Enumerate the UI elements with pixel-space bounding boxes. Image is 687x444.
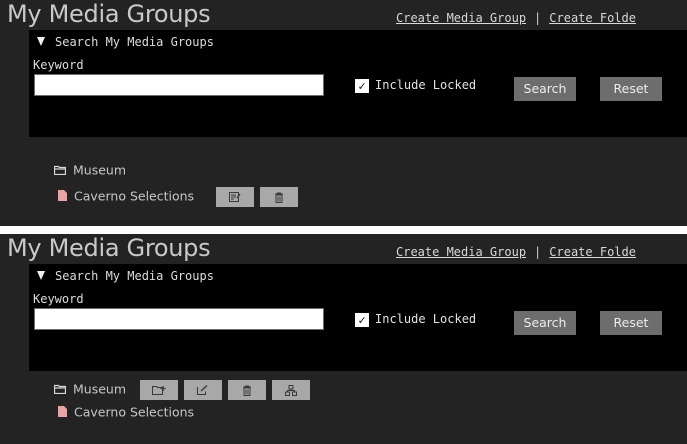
create-media-group-link[interactable]: Create Media Group (396, 245, 526, 259)
include-locked-checkbox[interactable]: ✓ (355, 312, 369, 327)
tree-item-caverno-selections[interactable]: Caverno Selections (58, 184, 299, 209)
media-groups-panel-2: My Media Groups Create Media Group | Creat… (0, 234, 687, 444)
trash-icon (243, 385, 251, 396)
keyword-input[interactable] (34, 308, 324, 330)
include-locked-control[interactable]: ✓ Include Locked (355, 312, 476, 327)
trash-icon (275, 192, 284, 203)
edit-button[interactable] (184, 379, 222, 400)
reset-button[interactable]: Reset (600, 77, 662, 101)
hierarchy-button[interactable] (272, 379, 310, 400)
document-icon (58, 185, 67, 209)
add-subfolder-button[interactable] (140, 379, 178, 400)
tree-item-label: Museum (73, 162, 127, 178)
link-separator: | (534, 11, 542, 25)
include-locked-label: Include Locked (375, 78, 477, 92)
search-box: Search My Media Groups Keyword ✓ Include … (29, 264, 687, 371)
create-folder-link[interactable]: Create Folde (549, 245, 636, 259)
search-header-label: Search My Media Groups (55, 35, 214, 49)
hierarchy-icon (285, 384, 297, 396)
search-toggle[interactable]: Search My Media Groups (37, 35, 214, 49)
edit-icon (229, 192, 241, 202)
tree-item-label: Caverno Selections (74, 404, 195, 420)
keyword-label: Keyword (33, 292, 84, 306)
keyword-input[interactable] (34, 74, 324, 96)
create-folder-link[interactable]: Create Folde (549, 11, 636, 25)
header-links: Create Media Group | Create Folde (396, 11, 636, 25)
folder-icon (53, 159, 67, 183)
header-links: Create Media Group | Create Folde (396, 245, 636, 259)
reset-button[interactable]: Reset (600, 311, 662, 335)
delete-button[interactable] (228, 379, 266, 400)
media-groups-panel-1: My Media Groups Create Media Group | Creat… (0, 0, 687, 226)
keyword-label: Keyword (33, 58, 84, 72)
search-button[interactable]: Search (514, 77, 576, 101)
tree-item-museum[interactable]: Museum (53, 377, 310, 402)
edit-icon (197, 384, 208, 395)
include-locked-checkbox[interactable]: ✓ (355, 78, 369, 93)
document-icon (58, 401, 67, 425)
collapse-triangle-icon (37, 37, 45, 46)
include-locked-label: Include Locked (375, 312, 477, 326)
add-subfolder-icon (152, 386, 166, 395)
collapse-triangle-icon (37, 271, 45, 280)
delete-button[interactable] (260, 186, 299, 207)
tree-item-museum[interactable]: Museum (53, 158, 127, 183)
page-title: My Media Groups (7, 234, 211, 262)
search-button[interactable]: Search (514, 311, 576, 335)
create-media-group-link[interactable]: Create Media Group (396, 11, 526, 25)
page-title: My Media Groups (7, 0, 211, 28)
search-toggle[interactable]: Search My Media Groups (37, 269, 214, 283)
edit-button[interactable] (216, 186, 255, 207)
link-separator: | (534, 245, 542, 259)
tree-item-label: Museum (73, 381, 127, 397)
tree-item-caverno-selections[interactable]: Caverno Selections (58, 400, 194, 424)
search-header-label: Search My Media Groups (55, 269, 214, 283)
include-locked-control[interactable]: ✓ Include Locked (355, 78, 476, 93)
search-box: Search My Media Groups Keyword ✓ Include … (29, 30, 687, 137)
tree-item-label: Caverno Selections (74, 188, 195, 204)
folder-icon (53, 378, 67, 402)
